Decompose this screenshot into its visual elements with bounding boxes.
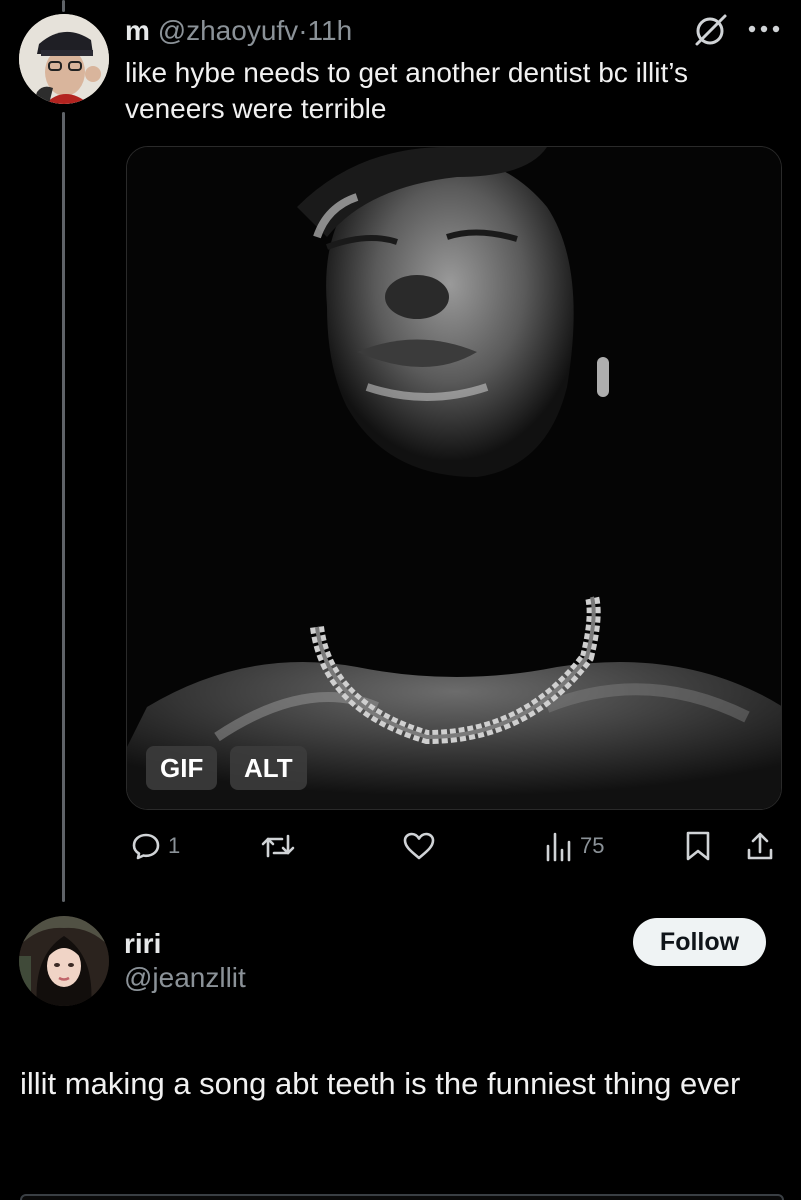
avatar-image xyxy=(19,14,109,104)
gif-badge: GIF xyxy=(146,746,218,790)
display-name[interactable]: m xyxy=(125,15,150,46)
avatar[interactable] xyxy=(19,14,109,104)
thread-line-top xyxy=(62,0,65,12)
alt-badge[interactable]: ALT xyxy=(230,746,307,790)
views-count: 75 xyxy=(580,833,605,858)
gif-image xyxy=(127,147,781,809)
views-bars-icon xyxy=(546,832,571,862)
tweet-media-gif[interactable] xyxy=(126,146,782,810)
share-button[interactable] xyxy=(745,826,775,866)
tweet-text: illit making a song abt teeth is the fun… xyxy=(20,1066,741,1101)
user-handle[interactable]: @zhaoyufv xyxy=(158,15,299,46)
grok-icon[interactable] xyxy=(693,12,729,48)
tweet1-header: m @zhaoyufv·11h xyxy=(125,14,352,48)
like-button[interactable] xyxy=(402,826,442,866)
timestamp[interactable]: 11h xyxy=(308,15,353,46)
display-name[interactable]: riri xyxy=(124,928,161,960)
tweet-text: like hybe needs to get another dentist b… xyxy=(125,57,688,124)
avatar-image xyxy=(19,916,109,1006)
heart-icon xyxy=(403,832,435,860)
tweet-actions: 1 75 xyxy=(0,826,801,866)
bookmark-icon xyxy=(686,831,710,861)
user-handle[interactable]: @jeanzllit xyxy=(124,962,246,994)
reply-count: 1 xyxy=(168,833,181,858)
next-card-edge xyxy=(20,1194,784,1200)
thread-line xyxy=(62,112,65,902)
reply-bubble-icon xyxy=(132,833,160,860)
repost-icon xyxy=(261,834,295,858)
repost-button[interactable] xyxy=(260,826,302,866)
follow-button[interactable]: Follow xyxy=(633,918,766,966)
more-dots-icon[interactable] xyxy=(744,14,784,44)
share-icon xyxy=(747,832,773,860)
reply-button[interactable]: 1 xyxy=(130,826,180,866)
separator-dot: · xyxy=(298,15,308,46)
views-button[interactable]: 75 xyxy=(544,826,604,866)
bookmark-button[interactable] xyxy=(684,826,712,866)
avatar[interactable] xyxy=(19,916,109,1006)
